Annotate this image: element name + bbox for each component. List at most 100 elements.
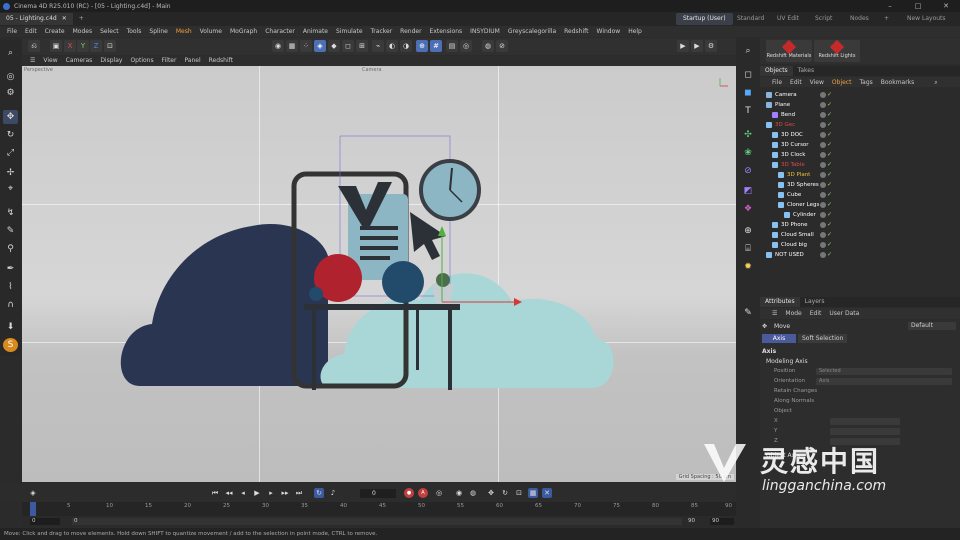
tab-objects[interactable]: Objects bbox=[760, 66, 793, 76]
coordinate-system-icon[interactable]: ⊡ bbox=[104, 40, 116, 52]
generator-icon[interactable]: ✣ bbox=[740, 128, 756, 142]
lock-axis-icon[interactable]: ▣ bbox=[50, 40, 62, 52]
menu-redshift[interactable]: Redshift bbox=[560, 26, 592, 37]
enabled-check-icon[interactable]: ✓ bbox=[827, 122, 832, 128]
menu-mograph[interactable]: MoGraph bbox=[226, 26, 261, 37]
menu-animate[interactable]: Animate bbox=[299, 26, 332, 37]
viewport-solo-icon[interactable]: ◍ bbox=[482, 40, 494, 52]
go-to-start-icon[interactable]: ⏮ bbox=[210, 488, 220, 498]
object-row[interactable]: 3D Gec ✓ bbox=[760, 120, 960, 130]
key-tweak-icon[interactable]: ✕ bbox=[542, 488, 552, 498]
polygons-mode-icon[interactable]: ◆ bbox=[328, 40, 340, 52]
x-field[interactable] bbox=[830, 418, 900, 425]
render-settings-icon[interactable]: ⚙ bbox=[705, 40, 717, 52]
uv-mode-icon[interactable]: ◻ bbox=[342, 40, 354, 52]
key-point-icon[interactable]: ▦ bbox=[528, 488, 538, 498]
visibility-dot-icon[interactable] bbox=[820, 172, 826, 178]
current-frame-field[interactable]: 0 bbox=[360, 489, 396, 498]
menu-spline[interactable]: Spline bbox=[145, 26, 171, 37]
next-frame-icon[interactable]: ▸ bbox=[266, 488, 276, 498]
paint-tool-icon[interactable]: ✎ bbox=[3, 224, 18, 238]
layout-tab-standard[interactable]: Standard bbox=[730, 13, 771, 25]
menu-create[interactable]: Create bbox=[41, 26, 69, 37]
visibility-dot-icon[interactable] bbox=[820, 102, 826, 108]
object-row[interactable]: Cylinder ✓ bbox=[760, 210, 960, 220]
enabled-check-icon[interactable]: ✓ bbox=[827, 102, 832, 108]
menu-volume[interactable]: Volume bbox=[196, 26, 226, 37]
visibility-dot-icon[interactable] bbox=[820, 182, 826, 188]
y-field[interactable] bbox=[830, 428, 900, 435]
menu-tracker[interactable]: Tracker bbox=[367, 26, 397, 37]
menu-file[interactable]: File bbox=[3, 26, 21, 37]
light-icon[interactable]: ✹ bbox=[740, 260, 756, 274]
key-scale-icon[interactable]: ✥ bbox=[486, 488, 496, 498]
redshift-lights-button[interactable]: Redshift Lights bbox=[814, 39, 860, 62]
menu-render[interactable]: Render bbox=[396, 26, 425, 37]
dollar-plugin-icon[interactable]: S bbox=[3, 338, 18, 352]
keyframe-settings-icon[interactable]: ◈ bbox=[28, 488, 38, 498]
visibility-dot-icon[interactable] bbox=[820, 222, 826, 228]
visibility-dot-icon[interactable] bbox=[820, 122, 826, 128]
keyframe-selection-icon[interactable]: ◎ bbox=[434, 488, 444, 498]
search-icon[interactable]: ⌕ bbox=[740, 44, 756, 58]
enabled-check-icon[interactable]: ✓ bbox=[827, 252, 832, 258]
visibility-dot-icon[interactable] bbox=[820, 132, 826, 138]
vp-menu-panel[interactable]: Panel bbox=[180, 56, 204, 66]
range-start-field[interactable]: 0 bbox=[30, 518, 60, 525]
key-position-icon[interactable]: ◉ bbox=[454, 488, 464, 498]
new-layouts-button[interactable]: New Layouts bbox=[900, 13, 953, 25]
knife-tool-icon[interactable]: ↯ bbox=[3, 206, 18, 220]
object-row[interactable]: 3D Plant ✓ bbox=[760, 170, 960, 180]
om-menu-view[interactable]: View bbox=[806, 77, 828, 88]
visibility-dot-icon[interactable] bbox=[820, 252, 826, 258]
deformer-icon[interactable]: ⊘ bbox=[740, 164, 756, 178]
menu-character[interactable]: Character bbox=[261, 26, 299, 37]
subtab-soft-selection[interactable]: Soft Selection bbox=[798, 334, 848, 343]
enabled-check-icon[interactable]: ✓ bbox=[827, 92, 832, 98]
menu-insydium[interactable]: INSYDIUM bbox=[466, 26, 504, 37]
tweak-mode-icon[interactable]: ⌁ bbox=[372, 40, 384, 52]
om-menu-tags[interactable]: Tags bbox=[855, 77, 876, 88]
y-axis-button[interactable]: Y bbox=[77, 40, 89, 52]
range-slider[interactable]: 0 bbox=[72, 518, 682, 525]
object-row[interactable]: 3D Clock ✓ bbox=[760, 150, 960, 160]
layout-tab-nodes[interactable]: Nodes bbox=[843, 13, 876, 25]
menu-help[interactable]: Help bbox=[624, 26, 646, 37]
attr-menu-user-data[interactable]: User Data bbox=[825, 308, 863, 319]
prev-key-icon[interactable]: ◂◂ bbox=[224, 488, 234, 498]
viewport-icon[interactable]: ☰ bbox=[26, 56, 39, 66]
enabled-check-icon[interactable]: ✓ bbox=[827, 132, 832, 138]
play-icon[interactable]: ▶ bbox=[252, 488, 262, 498]
preset-dropdown[interactable]: Default bbox=[908, 322, 956, 330]
text-icon[interactable]: T bbox=[740, 104, 756, 118]
workplane-icon[interactable]: ▤ bbox=[446, 40, 458, 52]
enabled-check-icon[interactable]: ✓ bbox=[827, 192, 832, 198]
enabled-check-icon[interactable]: ✓ bbox=[827, 212, 832, 218]
volume-icon[interactable]: ❖ bbox=[740, 202, 756, 216]
subtab-axis[interactable]: Axis bbox=[762, 334, 796, 343]
om-menu-edit[interactable]: Edit bbox=[786, 77, 806, 88]
solo-icon[interactable]: ◐ bbox=[386, 40, 398, 52]
enabled-check-icon[interactable]: ✓ bbox=[827, 182, 832, 188]
document-tab[interactable]: 05 - Lighting.c4d ✕ bbox=[0, 13, 73, 25]
object-row[interactable]: Camera ✓ bbox=[760, 90, 960, 100]
object-row[interactable]: Plane ✓ bbox=[760, 100, 960, 110]
layout-tab-uv-edit[interactable]: UV Edit bbox=[770, 13, 806, 25]
om-menu-object[interactable]: Object bbox=[828, 77, 856, 88]
environment-icon[interactable]: ⊕ bbox=[740, 224, 756, 238]
minimize-icon[interactable]: – bbox=[876, 0, 904, 12]
object-row[interactable]: NOT USED ✓ bbox=[760, 250, 960, 260]
object-mode-icon[interactable]: ⊞ bbox=[356, 40, 368, 52]
vp-menu-cameras[interactable]: Cameras bbox=[62, 56, 97, 66]
visibility-dot-icon[interactable] bbox=[820, 162, 826, 168]
menu-mesh[interactable]: Mesh bbox=[172, 26, 196, 37]
rotate-tool-icon[interactable]: ↻ bbox=[3, 128, 18, 142]
enabled-check-icon[interactable]: ✓ bbox=[827, 172, 832, 178]
menu-window[interactable]: Window bbox=[593, 26, 625, 37]
om-menu-file[interactable]: File bbox=[768, 77, 786, 88]
visibility-dot-icon[interactable] bbox=[820, 232, 826, 238]
solo-hierarchy-icon[interactable]: ◑ bbox=[400, 40, 412, 52]
object-row[interactable]: Cloud big ✓ bbox=[760, 240, 960, 250]
visibility-dot-icon[interactable] bbox=[820, 192, 826, 198]
prev-frame-icon[interactable]: ◂ bbox=[238, 488, 248, 498]
